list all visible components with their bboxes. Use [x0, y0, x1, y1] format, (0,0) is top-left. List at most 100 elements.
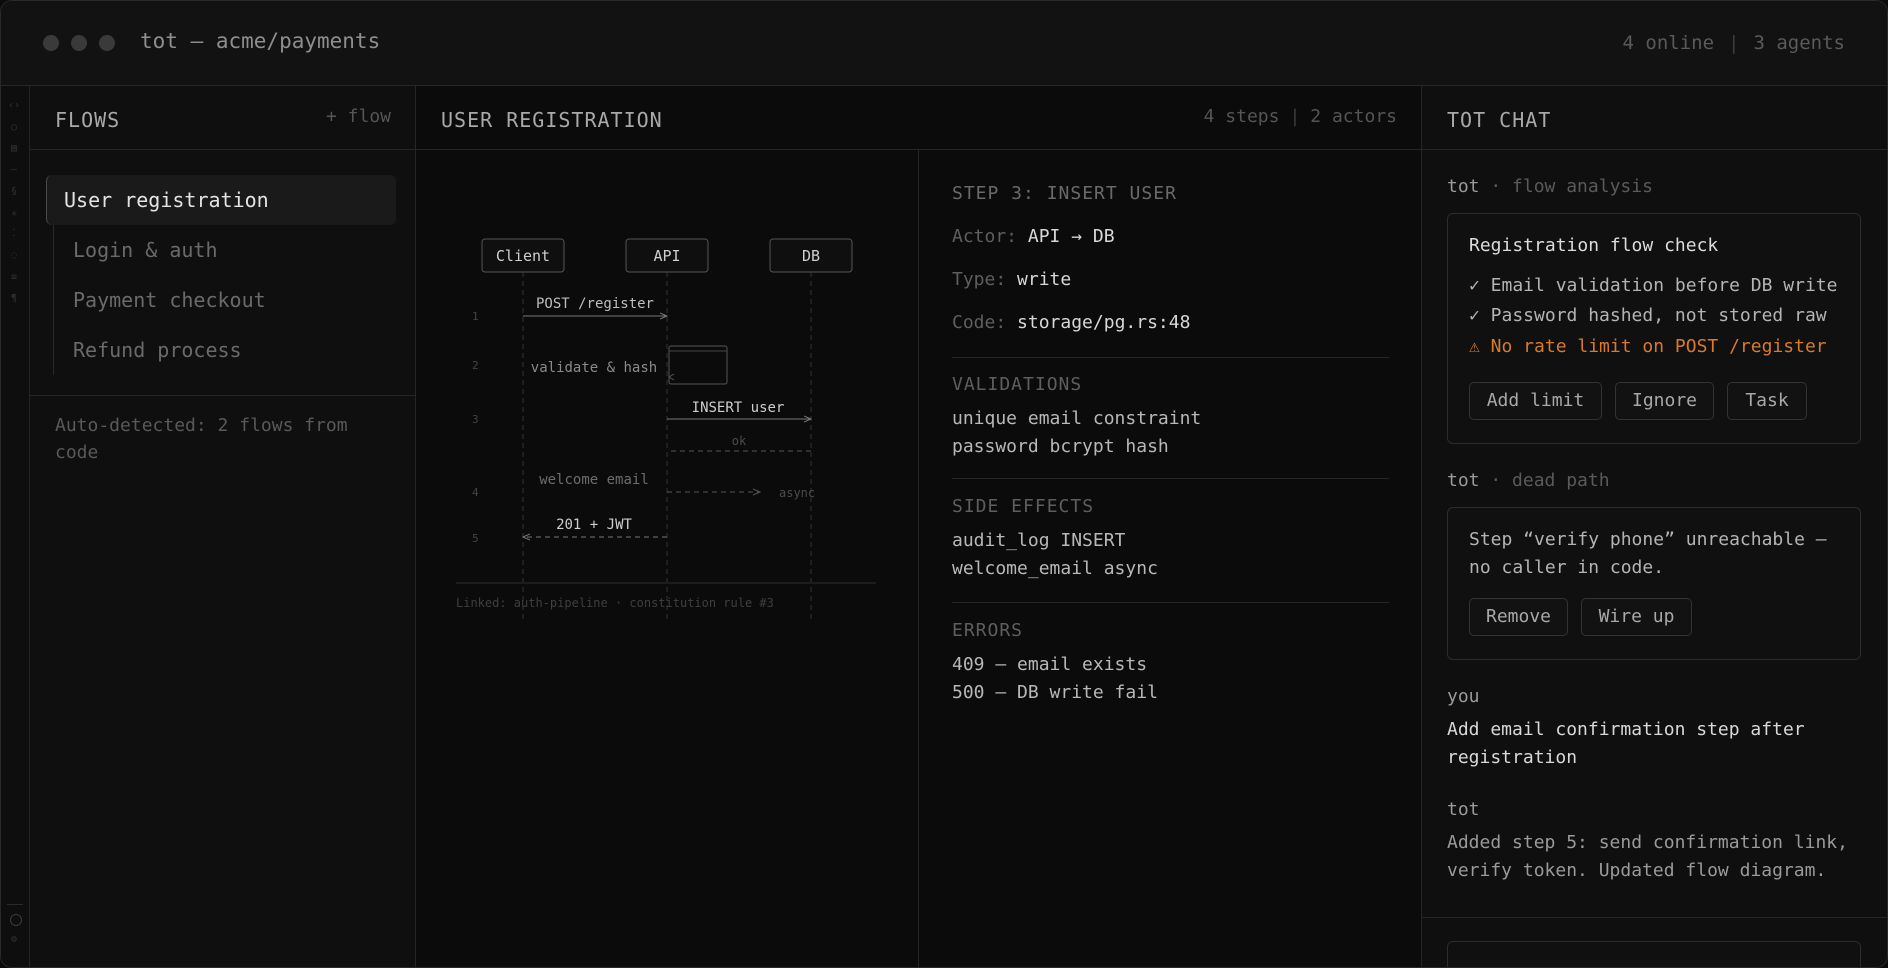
reply-label: ok	[732, 434, 747, 448]
type-value: write	[1017, 269, 1072, 290]
branch-icon[interactable]: §	[7, 186, 21, 197]
flows-header: FLOWS + flow	[30, 86, 415, 150]
type-key: Type:	[952, 269, 1007, 290]
assistant-message: Added step 5: send confirmation link, ve…	[1447, 832, 1848, 881]
message-label: INSERT user	[692, 400, 785, 416]
flow-item-label: Refund process	[73, 338, 242, 362]
steps-count: 4 steps	[1203, 106, 1280, 127]
paragraph-icon[interactable]: ¶	[7, 293, 21, 304]
sequence-diagram-pane: Client API DB 1 POST /register 2 validat…	[416, 150, 919, 967]
actor-label: DB	[802, 247, 820, 265]
actor-key: Actor:	[952, 226, 1018, 247]
sequence-diagram: Client API DB 1 POST /register 2 validat…	[456, 238, 876, 622]
actor-value: API → DB	[1027, 226, 1115, 247]
side-effects-title: SIDE EFFECTS	[952, 496, 1095, 517]
flow-item-label: Payment checkout	[73, 288, 266, 312]
flows-panel: FLOWS + flow User registration Login & a…	[30, 86, 416, 967]
account-icon[interactable]	[10, 914, 22, 926]
flow-title: USER REGISTRATION	[441, 108, 663, 132]
minimize-window-button[interactable]	[71, 35, 87, 51]
close-window-button[interactable]	[43, 35, 59, 51]
check-warning-item: ⚠ No rate limit on POST /register	[1469, 336, 1827, 357]
wire-up-button[interactable]: Wire up	[1581, 598, 1692, 636]
message-label: validate & hash	[531, 360, 657, 376]
ignore-button[interactable]: Ignore	[1615, 382, 1714, 420]
message-label: welcome email	[539, 472, 649, 488]
stats-separator: |	[1289, 106, 1301, 127]
actor-field: Actor: API → DB	[952, 226, 1115, 247]
flow-stats: 4 steps | 2 actors	[1204, 106, 1397, 127]
remove-button[interactable]: Remove	[1469, 598, 1568, 636]
side-effect-item: audit_log INSERT	[952, 530, 1126, 551]
author-name: tot	[1447, 470, 1480, 491]
error-item: 409 — email exists	[952, 654, 1148, 675]
presence-status: 4 online | 3 agents	[1623, 32, 1845, 54]
files-icon[interactable]: ▤	[7, 143, 21, 154]
author-name: tot	[1447, 176, 1480, 197]
flow-item-login-auth[interactable]: Login & auth	[46, 225, 396, 275]
chat-title: TOT CHAT	[1447, 108, 1552, 132]
step-detail-pane: STEP 3: INSERT USER Actor: API → DB Type…	[919, 150, 1421, 967]
message-author: tot · dead path	[1447, 470, 1610, 491]
error-item: 500 — DB write fail	[952, 682, 1158, 703]
card-title: Registration flow check	[1469, 235, 1719, 256]
flow-check-card: Registration flow check ✓ Email validati…	[1447, 213, 1861, 444]
self-call-box	[668, 345, 728, 385]
chat-header: TOT CHAT	[1422, 86, 1887, 150]
add-limit-button[interactable]: Add limit	[1469, 382, 1602, 420]
rail-divider	[7, 904, 23, 905]
online-count: 4 online	[1622, 32, 1715, 54]
list-icon[interactable]: ≡	[7, 272, 21, 283]
type-field: Type: write	[952, 269, 1071, 290]
actors-count: 2 actors	[1310, 106, 1397, 127]
circle-icon[interactable]: ◌	[7, 250, 21, 261]
message-label: POST /register	[536, 296, 654, 312]
window-controls	[43, 35, 115, 51]
settings-icon[interactable]: ⚙	[7, 934, 21, 945]
detail-divider	[952, 357, 1389, 358]
flow-item-user-registration[interactable]: User registration	[46, 175, 396, 225]
self-call-return	[668, 373, 675, 381]
actor-client[interactable]: Client	[481, 238, 565, 273]
flow-header: USER REGISTRATION 4 steps | 2 actors	[416, 86, 1421, 150]
check-pass-item: ✓ Password hashed, not stored raw	[1469, 305, 1827, 326]
user-message: Add email confirmation step after regist…	[1447, 719, 1805, 768]
flow-item-label: User registration	[64, 188, 269, 212]
actor-db[interactable]: DB	[769, 238, 853, 273]
chat-input[interactable]	[1447, 941, 1861, 967]
step-number: 1	[472, 310, 479, 323]
chat-panel: TOT CHAT tot · flow analysis Registratio…	[1422, 86, 1887, 967]
auto-detected-note: Auto-detected: 2 flows from code	[55, 415, 348, 463]
author-context: · dead path	[1490, 470, 1610, 491]
app-window: tot — acme/payments 4 online | 3 agents …	[0, 0, 1888, 968]
validation-item: unique email constraint	[952, 408, 1202, 429]
card-text: Step “verify phone” unreachable — no cal…	[1469, 529, 1827, 578]
flow-item-payment-checkout[interactable]: Payment checkout	[46, 275, 396, 325]
activity-rail: ‹› ○ ▤ – § ✳ ⁚ ◌ ≡ ¶ ⚙	[1, 86, 30, 967]
message-author: you	[1447, 686, 1480, 707]
flow-item-label: Login & auth	[73, 238, 218, 262]
dots-icon[interactable]: ⁚	[7, 228, 21, 239]
validation-item: password bcrypt hash	[952, 436, 1169, 457]
step-number: 5	[472, 532, 479, 545]
add-flow-button[interactable]: + flow	[326, 106, 391, 127]
maximize-window-button[interactable]	[99, 35, 115, 51]
detail-divider	[952, 478, 1389, 479]
code-key: Code:	[952, 312, 1007, 333]
check-pass-item: ✓ Email validation before DB write	[1469, 275, 1838, 296]
code-link[interactable]: storage/pg.rs:48	[1017, 312, 1190, 333]
flow-item-refund-process[interactable]: Refund process	[46, 325, 396, 375]
flows-divider	[30, 395, 415, 396]
star-icon[interactable]: ✳	[7, 208, 21, 219]
message-author: tot · flow analysis	[1447, 176, 1653, 197]
minus-icon[interactable]: –	[7, 164, 21, 175]
step-number: 4	[472, 486, 479, 499]
message-label: 201 + JWT	[556, 517, 632, 533]
flow-detail-panel: USER REGISTRATION 4 steps | 2 actors Cli…	[416, 86, 1422, 967]
task-button[interactable]: Task	[1727, 382, 1807, 420]
code-icon[interactable]: ‹›	[7, 100, 21, 111]
actor-api[interactable]: API	[625, 238, 709, 273]
detail-divider	[952, 602, 1389, 603]
search-icon[interactable]: ○	[7, 122, 21, 133]
window-title: tot — acme/payments	[140, 29, 381, 53]
